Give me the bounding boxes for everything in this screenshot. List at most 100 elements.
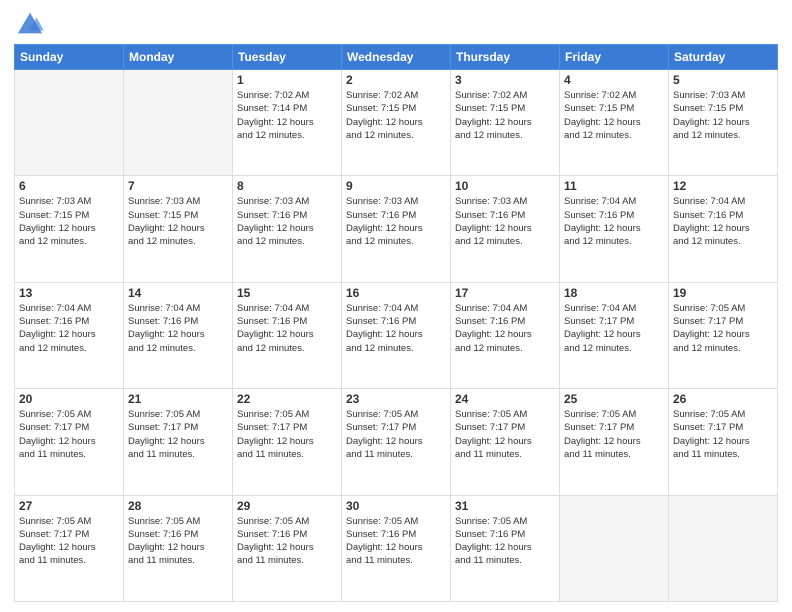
day-number: 18 [564, 286, 664, 300]
day-info: Sunrise: 7:04 AM Sunset: 7:16 PM Dayligh… [673, 195, 773, 248]
calendar-week-row: 6Sunrise: 7:03 AM Sunset: 7:15 PM Daylig… [15, 176, 778, 282]
calendar-cell: 8 Sunrise: 7:03 AM Sunset: 7:16 PM Daylig… [233, 176, 342, 282]
day-number: 14 [128, 286, 228, 300]
day-info: Sunrise: 7:03 AM Sunset: 7:16 PM Dayligh… [237, 195, 337, 248]
calendar-week-row: 1Sunrise: 7:02 AM Sunset: 7:14 PM Daylig… [15, 70, 778, 176]
calendar-header-row: SundayMondayTuesdayWednesdayThursdayFrid… [15, 45, 778, 70]
day-number: 28 [128, 499, 228, 513]
day-info: Sunrise: 7:03 AM Sunset: 7:15 PM Dayligh… [673, 89, 773, 142]
calendar-cell: 26 Sunrise: 7:05 AM Sunset: 7:17 PM Dayli… [669, 389, 778, 495]
day-info: Sunrise: 7:05 AM Sunset: 7:17 PM Dayligh… [673, 408, 773, 461]
day-number: 2 [346, 73, 446, 87]
header [14, 10, 778, 38]
day-number: 17 [455, 286, 555, 300]
calendar-cell: 25 Sunrise: 7:05 AM Sunset: 7:17 PM Dayli… [560, 389, 669, 495]
calendar-cell: 11 Sunrise: 7:04 AM Sunset: 7:16 PM Dayli… [560, 176, 669, 282]
day-info: Sunrise: 7:05 AM Sunset: 7:17 PM Dayligh… [19, 408, 119, 461]
calendar-cell: 19 Sunrise: 7:05 AM Sunset: 7:17 PM Dayli… [669, 282, 778, 388]
calendar-cell: 7Sunrise: 7:03 AM Sunset: 7:15 PM Daylig… [124, 176, 233, 282]
day-info: Sunrise: 7:05 AM Sunset: 7:16 PM Dayligh… [346, 515, 446, 568]
calendar-header-wednesday: Wednesday [342, 45, 451, 70]
calendar-cell: 16 Sunrise: 7:04 AM Sunset: 7:16 PM Dayli… [342, 282, 451, 388]
calendar-cell: 9 Sunrise: 7:03 AM Sunset: 7:16 PM Daylig… [342, 176, 451, 282]
day-info: Sunrise: 7:05 AM Sunset: 7:17 PM Dayligh… [455, 408, 555, 461]
day-info: Sunrise: 7:04 AM Sunset: 7:16 PM Dayligh… [237, 302, 337, 355]
calendar-table: SundayMondayTuesdayWednesdayThursdayFrid… [14, 44, 778, 602]
calendar-header-saturday: Saturday [669, 45, 778, 70]
day-info: Sunrise: 7:03 AM Sunset: 7:15 PM Dayligh… [19, 195, 119, 248]
day-number: 11 [564, 179, 664, 193]
calendar-cell: 4Sunrise: 7:02 AM Sunset: 7:15 PM Daylig… [560, 70, 669, 176]
day-number: 12 [673, 179, 773, 193]
day-number: 7 [128, 179, 228, 193]
day-number: 29 [237, 499, 337, 513]
day-info: Sunrise: 7:03 AM Sunset: 7:16 PM Dayligh… [346, 195, 446, 248]
calendar-cell: 22Sunrise: 7:05 AM Sunset: 7:17 PM Dayli… [233, 389, 342, 495]
calendar-cell: 12 Sunrise: 7:04 AM Sunset: 7:16 PM Dayli… [669, 176, 778, 282]
calendar-cell: 1Sunrise: 7:02 AM Sunset: 7:14 PM Daylig… [233, 70, 342, 176]
calendar-cell: 30Sunrise: 7:05 AM Sunset: 7:16 PM Dayli… [342, 495, 451, 601]
calendar-header-thursday: Thursday [451, 45, 560, 70]
logo-icon [16, 10, 44, 38]
calendar-cell: 29Sunrise: 7:05 AM Sunset: 7:16 PM Dayli… [233, 495, 342, 601]
day-info: Sunrise: 7:05 AM Sunset: 7:17 PM Dayligh… [673, 302, 773, 355]
day-info: Sunrise: 7:05 AM Sunset: 7:17 PM Dayligh… [564, 408, 664, 461]
day-number: 26 [673, 392, 773, 406]
day-number: 31 [455, 499, 555, 513]
day-number: 4 [564, 73, 664, 87]
day-info: Sunrise: 7:04 AM Sunset: 7:16 PM Dayligh… [564, 195, 664, 248]
day-number: 21 [128, 392, 228, 406]
calendar-cell: 23 Sunrise: 7:05 AM Sunset: 7:17 PM Dayli… [342, 389, 451, 495]
calendar-week-row: 27 Sunrise: 7:05 AM Sunset: 7:17 PM Dayli… [15, 495, 778, 601]
calendar-cell: 24Sunrise: 7:05 AM Sunset: 7:17 PM Dayli… [451, 389, 560, 495]
day-info: Sunrise: 7:04 AM Sunset: 7:17 PM Dayligh… [564, 302, 664, 355]
calendar-cell [669, 495, 778, 601]
calendar-cell: 15 Sunrise: 7:04 AM Sunset: 7:16 PM Dayli… [233, 282, 342, 388]
day-info: Sunrise: 7:05 AM Sunset: 7:17 PM Dayligh… [346, 408, 446, 461]
day-info: Sunrise: 7:05 AM Sunset: 7:17 PM Dayligh… [19, 515, 119, 568]
calendar-cell: 6Sunrise: 7:03 AM Sunset: 7:15 PM Daylig… [15, 176, 124, 282]
day-number: 8 [237, 179, 337, 193]
day-number: 15 [237, 286, 337, 300]
calendar-header-sunday: Sunday [15, 45, 124, 70]
calendar-header-monday: Monday [124, 45, 233, 70]
logo [14, 10, 46, 38]
day-info: Sunrise: 7:04 AM Sunset: 7:16 PM Dayligh… [19, 302, 119, 355]
calendar-cell: 3 Sunrise: 7:02 AM Sunset: 7:15 PM Daylig… [451, 70, 560, 176]
day-number: 16 [346, 286, 446, 300]
day-info: Sunrise: 7:04 AM Sunset: 7:16 PM Dayligh… [455, 302, 555, 355]
day-number: 5 [673, 73, 773, 87]
calendar-week-row: 13 Sunrise: 7:04 AM Sunset: 7:16 PM Dayli… [15, 282, 778, 388]
day-info: Sunrise: 7:05 AM Sunset: 7:17 PM Dayligh… [237, 408, 337, 461]
calendar-cell [560, 495, 669, 601]
calendar-cell: 10Sunrise: 7:03 AM Sunset: 7:16 PM Dayli… [451, 176, 560, 282]
day-info: Sunrise: 7:02 AM Sunset: 7:15 PM Dayligh… [455, 89, 555, 142]
day-info: Sunrise: 7:04 AM Sunset: 7:16 PM Dayligh… [346, 302, 446, 355]
calendar-week-row: 20 Sunrise: 7:05 AM Sunset: 7:17 PM Dayli… [15, 389, 778, 495]
calendar-cell: 20 Sunrise: 7:05 AM Sunset: 7:17 PM Dayli… [15, 389, 124, 495]
calendar-cell: 5 Sunrise: 7:03 AM Sunset: 7:15 PM Daylig… [669, 70, 778, 176]
day-info: Sunrise: 7:05 AM Sunset: 7:16 PM Dayligh… [455, 515, 555, 568]
day-info: Sunrise: 7:05 AM Sunset: 7:17 PM Dayligh… [128, 408, 228, 461]
calendar-header-tuesday: Tuesday [233, 45, 342, 70]
calendar-header-friday: Friday [560, 45, 669, 70]
page: SundayMondayTuesdayWednesdayThursdayFrid… [0, 0, 792, 612]
calendar-cell: 21 Sunrise: 7:05 AM Sunset: 7:17 PM Dayli… [124, 389, 233, 495]
day-number: 25 [564, 392, 664, 406]
day-number: 23 [346, 392, 446, 406]
day-info: Sunrise: 7:05 AM Sunset: 7:16 PM Dayligh… [128, 515, 228, 568]
day-info: Sunrise: 7:04 AM Sunset: 7:16 PM Dayligh… [128, 302, 228, 355]
day-info: Sunrise: 7:03 AM Sunset: 7:16 PM Dayligh… [455, 195, 555, 248]
day-number: 20 [19, 392, 119, 406]
day-number: 19 [673, 286, 773, 300]
day-number: 9 [346, 179, 446, 193]
calendar-cell: 18 Sunrise: 7:04 AM Sunset: 7:17 PM Dayli… [560, 282, 669, 388]
day-info: Sunrise: 7:02 AM Sunset: 7:15 PM Dayligh… [346, 89, 446, 142]
day-info: Sunrise: 7:02 AM Sunset: 7:14 PM Dayligh… [237, 89, 337, 142]
calendar-cell: 31 Sunrise: 7:05 AM Sunset: 7:16 PM Dayli… [451, 495, 560, 601]
day-number: 13 [19, 286, 119, 300]
day-number: 27 [19, 499, 119, 513]
calendar-cell: 17 Sunrise: 7:04 AM Sunset: 7:16 PM Dayli… [451, 282, 560, 388]
calendar-cell: 13 Sunrise: 7:04 AM Sunset: 7:16 PM Dayli… [15, 282, 124, 388]
day-number: 3 [455, 73, 555, 87]
